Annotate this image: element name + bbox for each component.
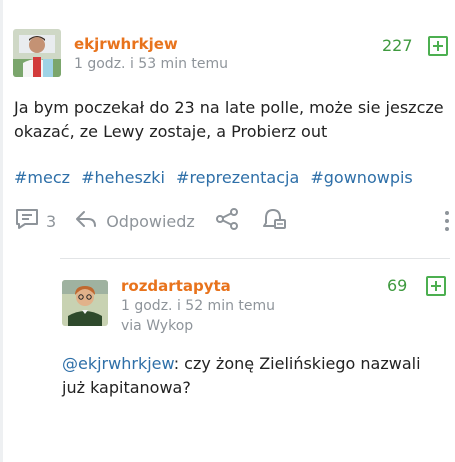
- comment-author-name[interactable]: rozdartapyta: [121, 277, 231, 295]
- user-mention[interactable]: @ekjrwhrkjew: [62, 354, 174, 373]
- post-author-avatar[interactable]: [13, 29, 61, 77]
- tag-link[interactable]: #mecz: [14, 168, 70, 187]
- comment-body: @ekjrwhrkjew: czy żonę Zielińskiego nazw…: [62, 352, 447, 400]
- post-timestamp: 1 godz. i 53 min temu: [74, 56, 229, 72]
- comment-via[interactable]: via Wykop: [121, 318, 193, 334]
- tag-link[interactable]: #reprezentacja: [176, 168, 299, 187]
- comment-upvote-plus-icon[interactable]: [426, 276, 446, 296]
- post-action-bar: 3 Odpowiedz: [14, 207, 287, 235]
- post-upvote-plus-icon[interactable]: [428, 36, 448, 56]
- thread-border: [0, 0, 3, 462]
- share-icon[interactable]: [215, 208, 239, 234]
- post-tags: #mecz #heheszki #reprezentacja #gownowpi…: [14, 168, 444, 187]
- post-score: 227: [382, 36, 413, 55]
- post-author-name[interactable]: ekjrwhrkjew: [74, 35, 178, 53]
- comment-timestamp: 1 godz. i 52 min temu: [121, 298, 276, 314]
- comments-count[interactable]: 3: [46, 212, 56, 231]
- tag-link[interactable]: #heheszki: [81, 168, 165, 187]
- comment-icon[interactable]: [14, 208, 40, 234]
- tag-link[interactable]: #gownowpis: [310, 168, 412, 187]
- comment-divider: [60, 258, 450, 259]
- reply-button[interactable]: Odpowiedz: [106, 212, 195, 231]
- comment-score: 69: [387, 276, 408, 295]
- reply-icon[interactable]: [74, 208, 98, 234]
- more-icon[interactable]: [444, 209, 450, 237]
- notification-icon[interactable]: [261, 207, 287, 235]
- post-body: Ja bym poczekał do 23 na late polle, moż…: [14, 98, 444, 141]
- comment-author-avatar[interactable]: [62, 280, 108, 326]
